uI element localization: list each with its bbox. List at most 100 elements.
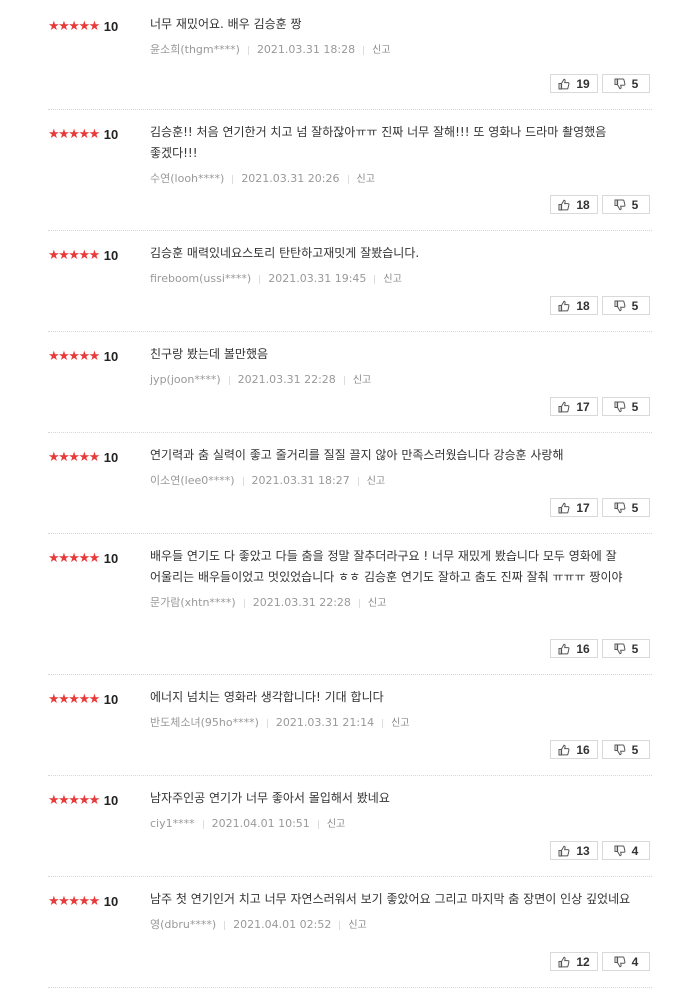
- divider: [339, 920, 341, 930]
- review-content: 너무 재밌어요. 배우 김승훈 짱 윤소희(thgm****) 2021.03.3…: [150, 14, 640, 57]
- star-rating-icons: ★★★★★: [48, 247, 100, 263]
- thumbs-down-icon: [614, 199, 626, 211]
- like-button[interactable]: 12: [550, 952, 598, 971]
- review-item: ★★★★★ 10 너무 재밌어요. 배우 김승훈 짱 윤소희(thgm****)…: [48, 2, 652, 110]
- dislike-button[interactable]: 5: [602, 296, 650, 315]
- dislike-count: 5: [631, 76, 639, 91]
- divider: [266, 718, 268, 728]
- vote-buttons: 12 4: [550, 952, 650, 971]
- dislike-button[interactable]: 5: [602, 498, 650, 517]
- review-meta: 수연(looh****) 2021.03.31 20:26 신고: [150, 170, 640, 186]
- like-button[interactable]: 16: [550, 740, 598, 759]
- star-rating-icons: ★★★★★: [48, 449, 100, 465]
- review-text: 배우들 연기도 다 좋았고 다들 춤을 정말 잘추더라구요 ! 너무 재밌게 봤…: [150, 549, 623, 584]
- thumbs-down-icon: [614, 956, 626, 968]
- divider: [363, 45, 365, 55]
- author-name[interactable]: 수연(looh****): [150, 172, 224, 185]
- review-item: ★★★★★ 10 김승훈!! 처음 연기한거 치고 넘 잘하잖아ㅠㅠ 진짜 너무…: [48, 110, 652, 231]
- dislike-count: 4: [631, 843, 639, 858]
- like-button[interactable]: 17: [550, 498, 598, 517]
- thumbs-up-icon: [558, 845, 570, 857]
- divider: [228, 375, 230, 385]
- vote-buttons: 18 5: [550, 296, 650, 315]
- divider: [202, 819, 204, 829]
- divider: [382, 718, 384, 728]
- dislike-button[interactable]: 4: [602, 841, 650, 860]
- review-text: 연기력과 춤 실력이 좋고 줄거리를 질질 끌지 않아 만족스러웠습니다 강승훈…: [150, 448, 564, 462]
- like-button[interactable]: 18: [550, 296, 598, 315]
- thumbs-up-icon: [558, 643, 570, 655]
- author-name[interactable]: ciy1****: [150, 817, 195, 830]
- vote-buttons: 18 5: [550, 195, 650, 214]
- report-link[interactable]: 신고: [327, 819, 345, 830]
- review-content: 김승훈 매력있네요스토리 탄탄하고재밋게 잘봤습니다. fireboom(uss…: [150, 243, 640, 285]
- dislike-count: 5: [631, 641, 639, 656]
- divider: [347, 174, 349, 184]
- like-button[interactable]: 16: [550, 639, 598, 658]
- report-link[interactable]: 신고: [383, 274, 401, 285]
- score-value: 10: [103, 894, 119, 909]
- score-value: 10: [103, 793, 119, 808]
- review-item: ★★★★★ 10 에너지 넘치는 영화라 생각합니다! 기대 합니다 반도체소녀…: [48, 675, 652, 776]
- like-count: 17: [576, 399, 590, 414]
- report-link[interactable]: 신고: [391, 718, 409, 729]
- rating: ★★★★★ 10: [48, 248, 118, 263]
- review-meta: 영(dbru****) 2021.04.01 02:52 신고: [150, 916, 640, 932]
- like-button[interactable]: 18: [550, 195, 598, 214]
- review-content: 배우들 연기도 다 좋았고 다들 춤을 정말 잘추더라구요 ! 너무 재밌게 봤…: [150, 546, 640, 610]
- author-name[interactable]: 윤소희(thgm****): [150, 43, 240, 56]
- vote-buttons: 16 5: [550, 639, 650, 658]
- like-count: 16: [576, 742, 590, 757]
- star-rating-icons: ★★★★★: [48, 691, 100, 707]
- like-button[interactable]: 17: [550, 397, 598, 416]
- dislike-button[interactable]: 5: [602, 740, 650, 759]
- dislike-button[interactable]: 5: [602, 397, 650, 416]
- author-name[interactable]: fireboom(ussi****): [150, 272, 251, 285]
- star-rating-icons: ★★★★★: [48, 550, 100, 566]
- review-content: 연기력과 춤 실력이 좋고 줄거리를 질질 끌지 않아 만족스러웠습니다 강승훈…: [150, 445, 640, 488]
- thumbs-up-icon: [558, 744, 570, 756]
- divider: [232, 174, 234, 184]
- report-link[interactable]: 신고: [367, 476, 385, 487]
- score-value: 10: [103, 551, 119, 566]
- review-meta: fireboom(ussi****) 2021.03.31 19:45 신고: [150, 270, 640, 285]
- thumbs-down-icon: [614, 78, 626, 90]
- dislike-button[interactable]: 5: [602, 639, 650, 658]
- review-date: 2021.03.31 19:45: [268, 272, 367, 285]
- report-link[interactable]: 신고: [348, 920, 366, 931]
- like-button[interactable]: 13: [550, 841, 598, 860]
- review-item: ★★★★★ 10 연기력과 춤 실력이 좋고 줄거리를 질질 끌지 않아 만족스…: [48, 433, 652, 534]
- author-name[interactable]: 영(dbru****): [150, 918, 216, 931]
- score-value: 10: [103, 450, 119, 465]
- review-text: 에너지 넘치는 영화라 생각합니다! 기대 합니다: [150, 690, 384, 704]
- review-content: 남주 첫 연기인거 치고 너무 자연스러워서 보기 좋았어요 그리고 마지막 춤…: [150, 889, 640, 932]
- dislike-button[interactable]: 5: [602, 74, 650, 93]
- report-link[interactable]: 신고: [357, 174, 375, 185]
- divider: [317, 819, 319, 829]
- dislike-button[interactable]: 4: [602, 952, 650, 971]
- thumbs-down-icon: [614, 300, 626, 312]
- dislike-count: 4: [631, 954, 639, 969]
- divider: [259, 274, 261, 284]
- report-link[interactable]: 신고: [353, 375, 371, 386]
- rating: ★★★★★ 10: [48, 551, 118, 566]
- author-name[interactable]: 이소연(lee0****): [150, 474, 235, 487]
- report-link[interactable]: 신고: [372, 45, 390, 56]
- thumbs-down-icon: [614, 845, 626, 857]
- dislike-button[interactable]: 5: [602, 195, 650, 214]
- author-name[interactable]: 반도체소녀(95ho****): [150, 716, 259, 729]
- divider: [242, 476, 244, 486]
- review-text: 남주 첫 연기인거 치고 너무 자연스러워서 보기 좋았어요 그리고 마지막 춤…: [150, 892, 631, 906]
- star-rating-icons: ★★★★★: [48, 348, 100, 364]
- thumbs-up-icon: [558, 956, 570, 968]
- review-meta: 반도체소녀(95ho****) 2021.03.31 21:14 신고: [150, 714, 640, 730]
- score-value: 10: [103, 19, 119, 34]
- report-link[interactable]: 신고: [368, 598, 386, 609]
- review-meta: ciy1**** 2021.04.01 10:51 신고: [150, 815, 640, 830]
- like-button[interactable]: 19: [550, 74, 598, 93]
- author-name[interactable]: jyp(joon****): [150, 373, 221, 386]
- score-value: 10: [103, 692, 119, 707]
- score-value: 10: [103, 248, 119, 263]
- author-name[interactable]: 문가람(xhtn****): [150, 596, 236, 609]
- vote-buttons: 17 5: [550, 498, 650, 517]
